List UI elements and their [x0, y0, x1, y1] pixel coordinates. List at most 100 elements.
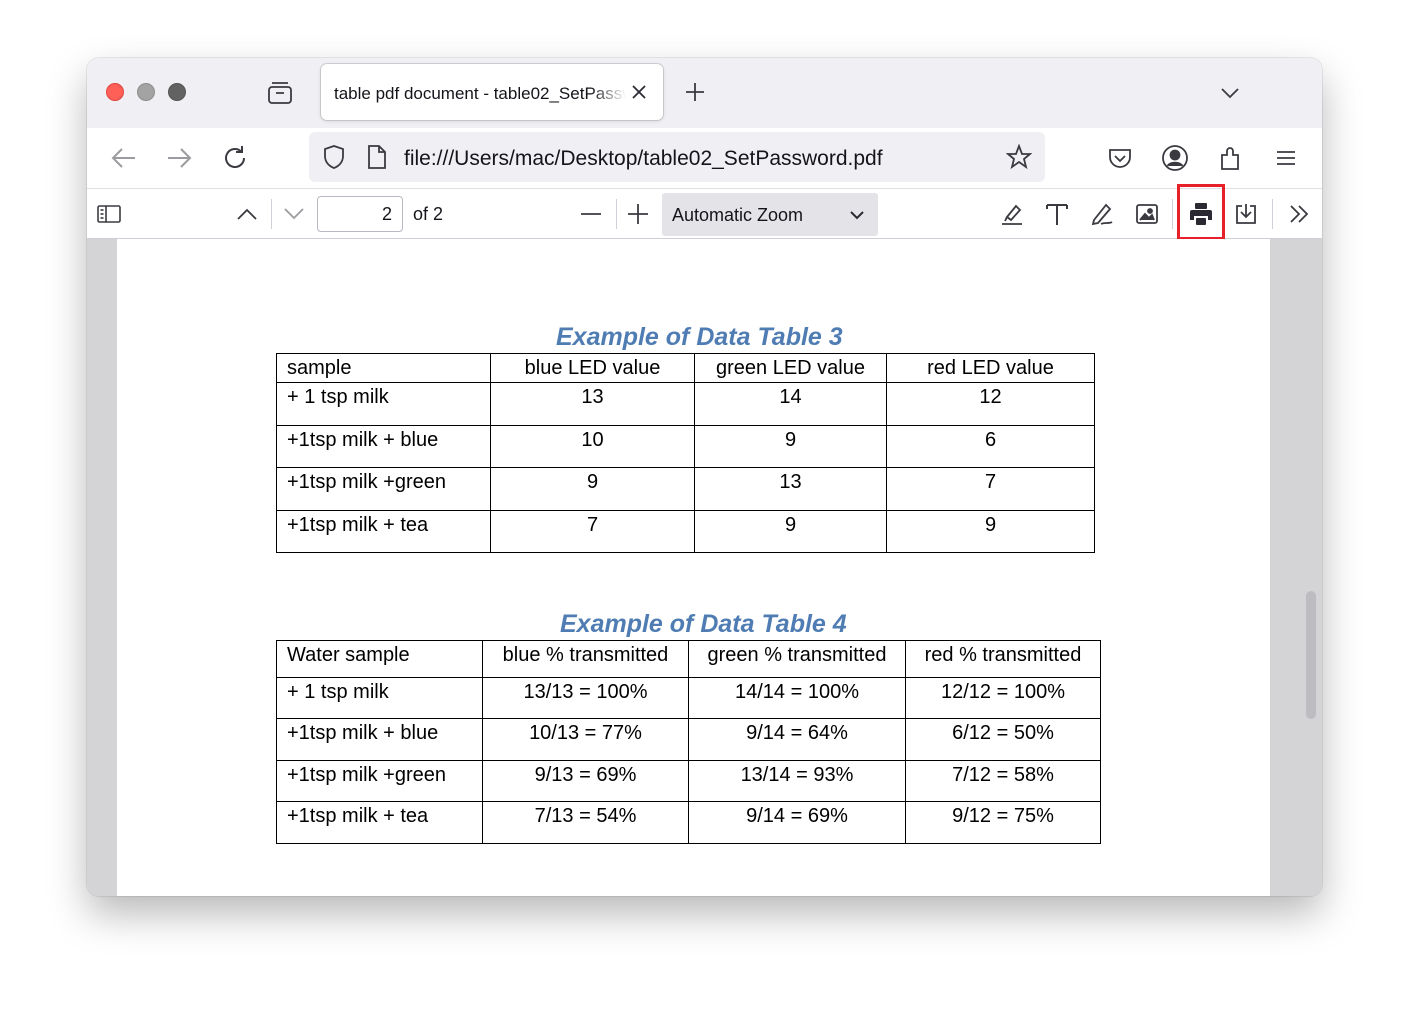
file-icon [366, 144, 388, 170]
toolbar-separator [1172, 199, 1173, 229]
pdf-viewer[interactable]: Example of Data Table 3 sample blue LED … [87, 239, 1322, 896]
table-cell: 9/14 = 69% [688, 801, 906, 844]
page-count-label: of 2 [413, 204, 444, 224]
table-cell: + 1 tsp milk [276, 382, 491, 426]
table-cell: + 1 tsp milk [276, 677, 483, 719]
page-number-input[interactable] [317, 196, 403, 232]
table-header-cell: sample [276, 353, 491, 383]
account-icon[interactable] [1160, 143, 1190, 173]
print-button-highlight [1177, 184, 1225, 240]
tab-list-icon[interactable] [267, 80, 293, 106]
table-cell: 9/12 = 75% [905, 801, 1101, 844]
vertical-scrollbar[interactable] [1306, 591, 1316, 719]
table-cell: +1tsp milk + blue [276, 718, 483, 761]
close-window-button[interactable] [106, 83, 124, 101]
table-cell: 6 [886, 425, 1095, 468]
table-header-row: Water sample blue % transmitted green % … [276, 640, 1101, 678]
extensions-icon[interactable] [1216, 143, 1246, 173]
table-row: +1tsp milk + tea 7 9 9 [276, 510, 1095, 553]
table-header-cell: green % transmitted [688, 640, 906, 678]
table-row: +1tsp milk +green 9/13 = 69% 13/14 = 93%… [276, 760, 1101, 802]
table-cell: 13/14 = 93% [688, 760, 906, 802]
browser-window: table pdf document - table02_SetPassword… [87, 58, 1322, 896]
table-cell: +1tsp milk + tea [276, 510, 491, 553]
table-row: +1tsp milk + blue 10 9 6 [276, 425, 1095, 468]
text-tool-icon[interactable] [1044, 201, 1070, 227]
url-bar[interactable]: file:///Users/mac/Desktop/table02_SetPas… [309, 132, 1045, 182]
table-header-cell: blue % transmitted [482, 640, 689, 678]
table-cell: +1tsp milk +green [276, 760, 483, 802]
menu-icon[interactable] [1271, 143, 1301, 173]
table-cell: +1tsp milk +green [276, 467, 491, 511]
table4-title: Example of Data Table 4 [560, 610, 847, 638]
zoom-window-button[interactable] [168, 83, 186, 101]
table3-title: Example of Data Table 3 [556, 323, 843, 351]
table-row: +1tsp milk +green 9 13 7 [276, 467, 1095, 511]
zoom-select[interactable]: Automatic Zoom [662, 193, 878, 236]
draw-pen-icon[interactable] [1089, 201, 1115, 227]
table-cell: 9/13 = 69% [482, 760, 689, 802]
table-cell: 13 [490, 382, 695, 426]
shield-icon[interactable] [321, 144, 347, 170]
table-cell: 9 [490, 467, 695, 511]
download-icon[interactable] [1233, 201, 1259, 227]
tools-menu-icon[interactable] [1286, 201, 1312, 227]
add-image-icon[interactable] [1134, 201, 1160, 227]
table-row: + 1 tsp milk 13/13 = 100% 14/14 = 100% 1… [276, 677, 1101, 719]
table-header-cell: green LED value [694, 353, 887, 383]
toolbar-separator [1272, 199, 1273, 229]
table-row: +1tsp milk + blue 10/13 = 77% 9/14 = 64%… [276, 718, 1101, 761]
table-cell: 9 [694, 510, 887, 553]
table-cell: 14 [694, 382, 887, 426]
close-icon[interactable] [629, 82, 649, 102]
tab-strip: table pdf document - table02_SetPassword… [87, 58, 1322, 128]
data-table-4: Water sample blue % transmitted green % … [276, 640, 1101, 844]
table-cell: 7/12 = 58% [905, 760, 1101, 802]
table-cell: 10 [490, 425, 695, 468]
table-header-row: sample blue LED value green LED value re… [276, 353, 1095, 383]
pocket-icon[interactable] [1105, 143, 1135, 173]
table-cell: 13 [694, 467, 887, 511]
toolbar-separator [616, 199, 617, 229]
minimize-window-button[interactable] [137, 83, 155, 101]
next-page-icon[interactable] [281, 201, 307, 227]
table-cell: 6/12 = 50% [905, 718, 1101, 761]
navigation-bar: file:///Users/mac/Desktop/table02_SetPas… [87, 128, 1322, 188]
data-table-3: sample blue LED value green LED value re… [276, 353, 1095, 553]
table-cell: 9 [694, 425, 887, 468]
chevron-down-icon [848, 206, 866, 224]
zoom-out-icon[interactable] [578, 201, 604, 227]
table-cell: 9 [886, 510, 1095, 553]
table-header-cell: red LED value [886, 353, 1095, 383]
toolbar-separator [271, 199, 272, 229]
zoom-in-icon[interactable] [625, 201, 651, 227]
tab-title: table pdf document - table02_SetPassword… [334, 84, 626, 103]
pdf-toolbar: of 2 Automatic Zoom [87, 184, 1322, 240]
tab-active[interactable]: table pdf document - table02_SetPassword… [321, 64, 663, 120]
table-cell: 7/13 = 54% [482, 801, 689, 844]
table-header-cell: blue LED value [490, 353, 695, 383]
bookmark-star-icon[interactable] [1006, 144, 1032, 170]
table-row: + 1 tsp milk 13 14 12 [276, 382, 1095, 426]
table-cell: 12 [886, 382, 1095, 426]
forward-arrow-icon[interactable] [164, 143, 194, 173]
url-text: file:///Users/mac/Desktop/table02_SetPas… [404, 147, 883, 170]
table-cell: 7 [886, 467, 1095, 511]
table-cell: 7 [490, 510, 695, 553]
table-row: +1tsp milk + tea 7/13 = 54% 9/14 = 69% 9… [276, 801, 1101, 844]
previous-page-icon[interactable] [234, 201, 260, 227]
table-cell: +1tsp milk + blue [276, 425, 491, 468]
back-arrow-icon[interactable] [109, 143, 139, 173]
chevron-down-icon[interactable] [1219, 82, 1241, 104]
table-header-cell: red % transmitted [905, 640, 1101, 678]
table-cell: 13/13 = 100% [482, 677, 689, 719]
sidebar-toggle-icon[interactable] [96, 201, 122, 227]
table-cell: 14/14 = 100% [688, 677, 906, 719]
table-cell: +1tsp milk + tea [276, 801, 483, 844]
highlight-icon[interactable] [999, 201, 1025, 227]
new-tab-icon[interactable] [683, 80, 707, 104]
table-cell: 9/14 = 64% [688, 718, 906, 761]
zoom-label: Automatic Zoom [672, 205, 804, 225]
pdf-page: Example of Data Table 3 sample blue LED … [117, 239, 1270, 896]
reload-icon[interactable] [220, 143, 250, 173]
